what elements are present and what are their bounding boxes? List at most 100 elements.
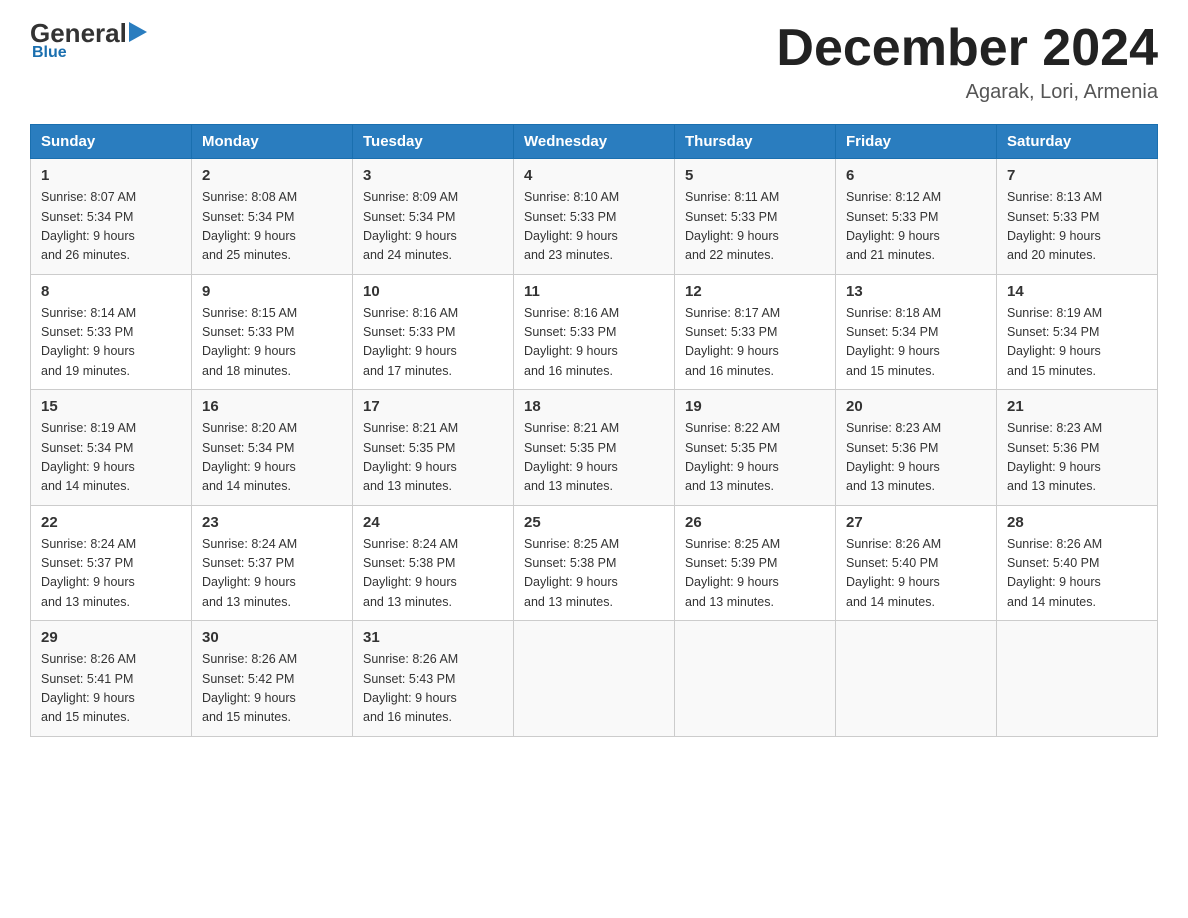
day-info: Sunrise: 8:08 AMSunset: 5:34 PMDaylight:… — [202, 188, 342, 266]
day-number: 2 — [202, 167, 342, 184]
day-info: Sunrise: 8:21 AMSunset: 5:35 PMDaylight:… — [524, 419, 664, 497]
calendar-cell: 15 Sunrise: 8:19 AMSunset: 5:34 PMDaylig… — [31, 390, 192, 506]
day-number: 8 — [41, 283, 181, 300]
day-info: Sunrise: 8:26 AMSunset: 5:42 PMDaylight:… — [202, 650, 342, 728]
calendar-cell: 25 Sunrise: 8:25 AMSunset: 5:38 PMDaylig… — [514, 505, 675, 621]
day-info: Sunrise: 8:11 AMSunset: 5:33 PMDaylight:… — [685, 188, 825, 266]
day-number: 27 — [846, 514, 986, 531]
day-number: 21 — [1007, 398, 1147, 415]
calendar-cell: 3 Sunrise: 8:09 AMSunset: 5:34 PMDayligh… — [353, 159, 514, 275]
calendar-cell: 28 Sunrise: 8:26 AMSunset: 5:40 PMDaylig… — [997, 505, 1158, 621]
day-info: Sunrise: 8:16 AMSunset: 5:33 PMDaylight:… — [363, 304, 503, 382]
calendar-cell: 2 Sunrise: 8:08 AMSunset: 5:34 PMDayligh… — [192, 159, 353, 275]
day-number: 20 — [846, 398, 986, 415]
day-info: Sunrise: 8:24 AMSunset: 5:38 PMDaylight:… — [363, 535, 503, 613]
calendar-cell: 7 Sunrise: 8:13 AMSunset: 5:33 PMDayligh… — [997, 159, 1158, 275]
day-info: Sunrise: 8:19 AMSunset: 5:34 PMDaylight:… — [41, 419, 181, 497]
day-info: Sunrise: 8:20 AMSunset: 5:34 PMDaylight:… — [202, 419, 342, 497]
calendar-cell: 13 Sunrise: 8:18 AMSunset: 5:34 PMDaylig… — [836, 274, 997, 390]
day-number: 22 — [41, 514, 181, 531]
calendar-cell: 1 Sunrise: 8:07 AMSunset: 5:34 PMDayligh… — [31, 159, 192, 275]
calendar-cell — [675, 621, 836, 737]
day-number: 11 — [524, 283, 664, 300]
weekday-header-row: SundayMondayTuesdayWednesdayThursdayFrid… — [31, 125, 1158, 159]
calendar-cell: 23 Sunrise: 8:24 AMSunset: 5:37 PMDaylig… — [192, 505, 353, 621]
logo-text: General — [30, 20, 151, 46]
day-info: Sunrise: 8:15 AMSunset: 5:33 PMDaylight:… — [202, 304, 342, 382]
day-info: Sunrise: 8:13 AMSunset: 5:33 PMDaylight:… — [1007, 188, 1147, 266]
weekday-header-monday: Monday — [192, 125, 353, 159]
day-number: 14 — [1007, 283, 1147, 300]
day-info: Sunrise: 8:09 AMSunset: 5:34 PMDaylight:… — [363, 188, 503, 266]
day-number: 5 — [685, 167, 825, 184]
calendar-cell: 10 Sunrise: 8:16 AMSunset: 5:33 PMDaylig… — [353, 274, 514, 390]
calendar-week-row: 15 Sunrise: 8:19 AMSunset: 5:34 PMDaylig… — [31, 390, 1158, 506]
location: Agarak, Lori, Armenia — [776, 81, 1158, 104]
day-number: 4 — [524, 167, 664, 184]
day-number: 13 — [846, 283, 986, 300]
day-info: Sunrise: 8:17 AMSunset: 5:33 PMDaylight:… — [685, 304, 825, 382]
calendar-cell: 9 Sunrise: 8:15 AMSunset: 5:33 PMDayligh… — [192, 274, 353, 390]
calendar-cell: 5 Sunrise: 8:11 AMSunset: 5:33 PMDayligh… — [675, 159, 836, 275]
day-info: Sunrise: 8:12 AMSunset: 5:33 PMDaylight:… — [846, 188, 986, 266]
day-number: 24 — [363, 514, 503, 531]
weekday-header-tuesday: Tuesday — [353, 125, 514, 159]
day-info: Sunrise: 8:24 AMSunset: 5:37 PMDaylight:… — [41, 535, 181, 613]
calendar-cell: 26 Sunrise: 8:25 AMSunset: 5:39 PMDaylig… — [675, 505, 836, 621]
day-info: Sunrise: 8:23 AMSunset: 5:36 PMDaylight:… — [1007, 419, 1147, 497]
day-number: 29 — [41, 629, 181, 646]
calendar-cell: 24 Sunrise: 8:24 AMSunset: 5:38 PMDaylig… — [353, 505, 514, 621]
day-info: Sunrise: 8:25 AMSunset: 5:38 PMDaylight:… — [524, 535, 664, 613]
day-info: Sunrise: 8:21 AMSunset: 5:35 PMDaylight:… — [363, 419, 503, 497]
day-number: 18 — [524, 398, 664, 415]
calendar-cell: 19 Sunrise: 8:22 AMSunset: 5:35 PMDaylig… — [675, 390, 836, 506]
calendar-cell: 30 Sunrise: 8:26 AMSunset: 5:42 PMDaylig… — [192, 621, 353, 737]
calendar-cell: 11 Sunrise: 8:16 AMSunset: 5:33 PMDaylig… — [514, 274, 675, 390]
calendar-cell: 18 Sunrise: 8:21 AMSunset: 5:35 PMDaylig… — [514, 390, 675, 506]
day-number: 3 — [363, 167, 503, 184]
calendar-cell: 22 Sunrise: 8:24 AMSunset: 5:37 PMDaylig… — [31, 505, 192, 621]
day-number: 30 — [202, 629, 342, 646]
day-number: 1 — [41, 167, 181, 184]
calendar-cell — [997, 621, 1158, 737]
calendar-week-row: 22 Sunrise: 8:24 AMSunset: 5:37 PMDaylig… — [31, 505, 1158, 621]
calendar-week-row: 1 Sunrise: 8:07 AMSunset: 5:34 PMDayligh… — [31, 159, 1158, 275]
day-info: Sunrise: 8:22 AMSunset: 5:35 PMDaylight:… — [685, 419, 825, 497]
weekday-header-thursday: Thursday — [675, 125, 836, 159]
calendar-cell: 27 Sunrise: 8:26 AMSunset: 5:40 PMDaylig… — [836, 505, 997, 621]
calendar-cell: 29 Sunrise: 8:26 AMSunset: 5:41 PMDaylig… — [31, 621, 192, 737]
calendar-table: SundayMondayTuesdayWednesdayThursdayFrid… — [30, 124, 1158, 737]
weekday-header-wednesday: Wednesday — [514, 125, 675, 159]
day-number: 25 — [524, 514, 664, 531]
day-info: Sunrise: 8:07 AMSunset: 5:34 PMDaylight:… — [41, 188, 181, 266]
calendar-cell: 17 Sunrise: 8:21 AMSunset: 5:35 PMDaylig… — [353, 390, 514, 506]
day-info: Sunrise: 8:14 AMSunset: 5:33 PMDaylight:… — [41, 304, 181, 382]
title-block: December 2024 Agarak, Lori, Armenia — [776, 20, 1158, 104]
calendar-cell: 6 Sunrise: 8:12 AMSunset: 5:33 PMDayligh… — [836, 159, 997, 275]
day-number: 23 — [202, 514, 342, 531]
calendar-cell: 16 Sunrise: 8:20 AMSunset: 5:34 PMDaylig… — [192, 390, 353, 506]
day-number: 6 — [846, 167, 986, 184]
day-number: 7 — [1007, 167, 1147, 184]
day-number: 26 — [685, 514, 825, 531]
day-number: 28 — [1007, 514, 1147, 531]
day-number: 19 — [685, 398, 825, 415]
day-number: 10 — [363, 283, 503, 300]
weekday-header-sunday: Sunday — [31, 125, 192, 159]
calendar-cell: 20 Sunrise: 8:23 AMSunset: 5:36 PMDaylig… — [836, 390, 997, 506]
month-title: December 2024 — [776, 20, 1158, 77]
page-header: General Blue December 2024 Agarak, Lori,… — [30, 20, 1158, 104]
day-info: Sunrise: 8:26 AMSunset: 5:41 PMDaylight:… — [41, 650, 181, 728]
calendar-cell: 14 Sunrise: 8:19 AMSunset: 5:34 PMDaylig… — [997, 274, 1158, 390]
day-info: Sunrise: 8:16 AMSunset: 5:33 PMDaylight:… — [524, 304, 664, 382]
day-info: Sunrise: 8:18 AMSunset: 5:34 PMDaylight:… — [846, 304, 986, 382]
day-number: 15 — [41, 398, 181, 415]
day-number: 31 — [363, 629, 503, 646]
calendar-cell: 4 Sunrise: 8:10 AMSunset: 5:33 PMDayligh… — [514, 159, 675, 275]
calendar-cell — [836, 621, 997, 737]
weekday-header-friday: Friday — [836, 125, 997, 159]
calendar-cell: 31 Sunrise: 8:26 AMSunset: 5:43 PMDaylig… — [353, 621, 514, 737]
calendar-cell: 12 Sunrise: 8:17 AMSunset: 5:33 PMDaylig… — [675, 274, 836, 390]
day-number: 17 — [363, 398, 503, 415]
logo-blue-label: Blue — [32, 44, 67, 62]
